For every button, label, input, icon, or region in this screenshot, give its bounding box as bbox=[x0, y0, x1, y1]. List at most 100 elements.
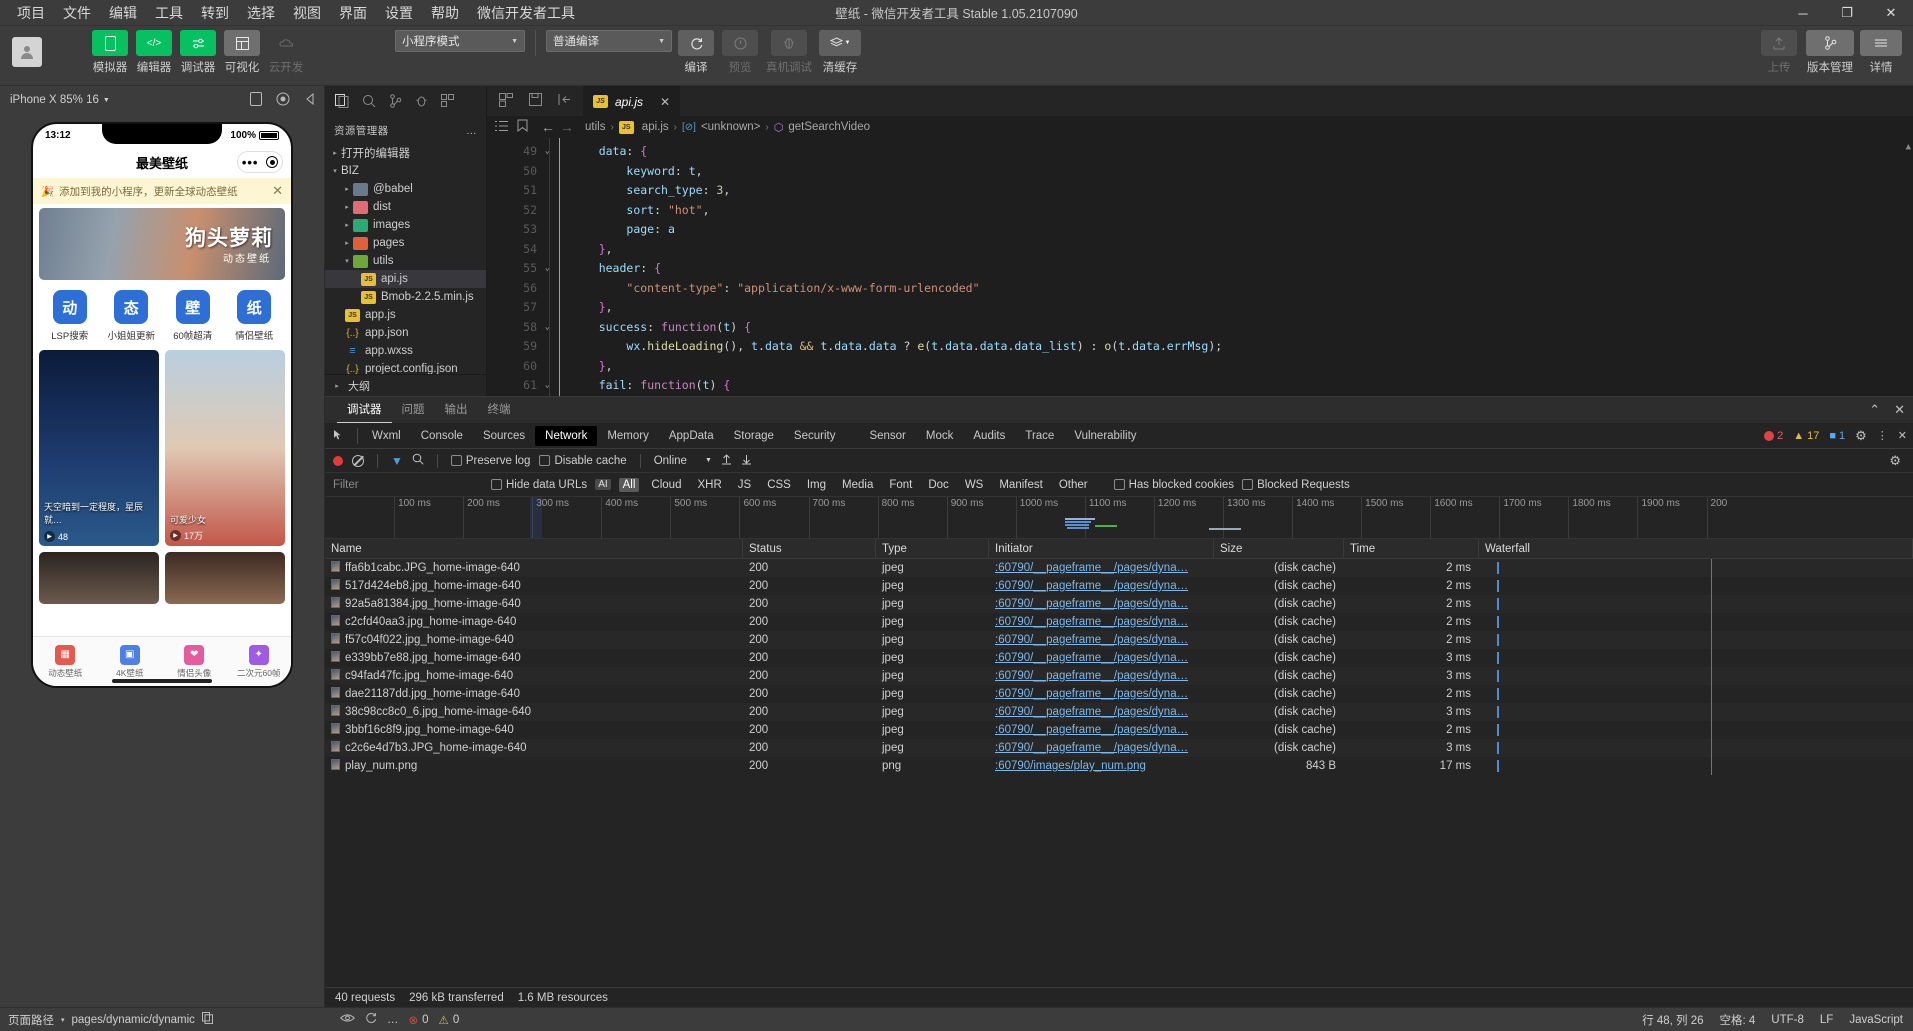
network-timeline[interactable]: 100 ms 200 ms 300 ms 400 ms 500 ms 600 ms 700 … bbox=[325, 497, 1913, 539]
tab-storage[interactable]: Storage bbox=[724, 426, 784, 446]
cell-initiator[interactable]: :60790/__pageframe__/pages/dyna… bbox=[989, 595, 1214, 613]
menu-item-tools[interactable]: 工具 bbox=[146, 0, 192, 27]
debugger-toggle-button[interactable]: 调试器 bbox=[178, 30, 218, 75]
visual-toggle-button[interactable]: 可视化 bbox=[222, 30, 262, 75]
code-body[interactable]: 49⌄505152535455⌄565758⌄596061⌄6263 data:… bbox=[487, 138, 1913, 396]
table-row[interactable]: e339bb7e88.jpg_home-image-640 200 jpeg:607… bbox=[325, 649, 1913, 667]
menu-item-interface[interactable]: 界面 bbox=[330, 0, 376, 27]
cursor-position[interactable]: 行 48, 列 26 bbox=[1642, 1012, 1703, 1028]
cell-initiator[interactable]: :60790/__pageframe__/pages/dyna… bbox=[989, 667, 1214, 685]
breadcrumb-getsearchvideo[interactable]: getSearchVideo bbox=[788, 121, 870, 133]
capsule-close-icon[interactable] bbox=[266, 156, 279, 168]
files-icon[interactable] bbox=[335, 93, 349, 111]
tree-row-dist[interactable]: ▸ dist bbox=[325, 198, 486, 216]
hero-banner[interactable]: 狗头萝莉 动态壁纸 bbox=[39, 208, 285, 280]
preserve-log-checkbox[interactable]: Preserve log bbox=[450, 455, 530, 467]
tab-console[interactable]: Console bbox=[411, 426, 473, 446]
compile-button[interactable]: 编译 bbox=[676, 30, 716, 75]
tree-row-bmob-js[interactable]: JS Bmob-2.2.5.min.js bbox=[325, 288, 486, 306]
tabbar-item-anime[interactable]: ✦ 二次元60帧 bbox=[227, 637, 292, 686]
tree-row-app-js[interactable]: JS app.js bbox=[325, 306, 486, 324]
editor-tab-api-js[interactable]: JS api.js ✕ bbox=[583, 86, 682, 116]
close-icon[interactable]: ✕ bbox=[1869, 0, 1913, 26]
details-button[interactable]: 详情 bbox=[1860, 30, 1902, 75]
status-errors[interactable]: ⊗ 0 ⚠ 0 bbox=[409, 1013, 460, 1027]
table-row[interactable]: 517d424eb8.jpg_home-image-640 200 jpeg:607… bbox=[325, 577, 1913, 595]
cell-initiator[interactable]: :60790/__pageframe__/pages/dyna… bbox=[989, 739, 1214, 757]
cell-initiator[interactable]: :60790/images/play_num.png bbox=[989, 757, 1214, 775]
tab-trace[interactable]: Trace bbox=[1015, 426, 1064, 446]
indent-setting[interactable]: 空格: 4 bbox=[1720, 1012, 1756, 1028]
filter-type-ws[interactable]: WS bbox=[961, 478, 988, 492]
encoding[interactable]: UTF-8 bbox=[1771, 1014, 1804, 1026]
tab-debugger[interactable]: 调试器 bbox=[337, 397, 392, 423]
tabbar-item-dynamic[interactable]: ▦ 动态壁纸 bbox=[33, 637, 98, 686]
debug-icon[interactable] bbox=[415, 94, 428, 111]
tab-vulnerability[interactable]: Vulnerability bbox=[1064, 426, 1146, 446]
version-control-button[interactable]: 版本管理 bbox=[1803, 30, 1857, 75]
page-path-value[interactable]: pages/dynamic/dynamic bbox=[72, 1014, 195, 1026]
import-har-icon[interactable] bbox=[721, 453, 732, 468]
cell-initiator[interactable]: :60790/__pageframe__/pages/dyna… bbox=[989, 685, 1214, 703]
menu-item-select[interactable]: 选择 bbox=[238, 0, 284, 27]
table-row[interactable]: f57c04f022.jpg_home-image-640 200 jpeg:607… bbox=[325, 631, 1913, 649]
tree-row-images[interactable]: ▸ images bbox=[325, 216, 486, 234]
column-type[interactable]: Type bbox=[876, 538, 989, 559]
column-status[interactable]: Status bbox=[743, 538, 876, 559]
table-row[interactable]: c2cfd40aa3.jpg_home-image-640 200 jpeg:607… bbox=[325, 613, 1913, 631]
tree-row-app-wxss[interactable]: ≡ app.wxss bbox=[325, 342, 486, 360]
tab-appdata[interactable]: AppData bbox=[659, 426, 724, 446]
table-row[interactable]: 92a5a81384.jpg_home-image-640 200 jpeg:607… bbox=[325, 595, 1913, 613]
split-editor-icon[interactable] bbox=[499, 92, 513, 110]
scroll-up-icon[interactable]: ▲ bbox=[1906, 142, 1911, 152]
filter-type-media[interactable]: Media bbox=[838, 478, 877, 492]
real-device-debug-button[interactable]: 真机调试 bbox=[764, 30, 814, 75]
simulator-toggle-button[interactable]: 模拟器 bbox=[90, 30, 130, 75]
disable-cache-checkbox[interactable]: Disable cache bbox=[539, 455, 627, 467]
quick-entry[interactable]: 动 LSP搜索 bbox=[42, 290, 98, 342]
tab-security[interactable]: Security bbox=[784, 426, 846, 446]
menu-item-goto[interactable]: 转到 bbox=[192, 0, 238, 27]
inspect-icon[interactable] bbox=[325, 429, 353, 442]
tree-row-utils[interactable]: ▾ utils bbox=[325, 252, 486, 270]
export-har-icon[interactable] bbox=[741, 453, 752, 468]
filter-type-js[interactable]: JS bbox=[734, 478, 755, 492]
code-text[interactable]: data: { keyword: t, search_type: 3, sort… bbox=[563, 138, 1913, 396]
close-icon[interactable]: ✕ bbox=[1894, 402, 1905, 418]
filter-type-font[interactable]: Font bbox=[885, 478, 916, 492]
capsule-more-icon[interactable]: ••• bbox=[242, 155, 259, 170]
preview-button[interactable]: 预览 bbox=[720, 30, 760, 75]
menu-item-file[interactable]: 文件 bbox=[54, 0, 100, 27]
chevron-up-icon[interactable]: ⌃ bbox=[1869, 402, 1880, 418]
upload-button[interactable]: 上传 bbox=[1759, 30, 1799, 75]
rotate-device-icon[interactable] bbox=[250, 91, 262, 109]
wallpaper-card[interactable]: 可爱少女 ▶ 17万 bbox=[165, 350, 285, 546]
eol-setting[interactable]: LF bbox=[1820, 1014, 1833, 1026]
tab-terminal[interactable]: 终端 bbox=[478, 397, 521, 423]
column-time[interactable]: Time bbox=[1344, 538, 1479, 559]
save-icon[interactable] bbox=[529, 93, 542, 109]
tree-row-biz[interactable]: ▾ BIZ bbox=[325, 162, 486, 180]
refresh-icon[interactable] bbox=[365, 1012, 377, 1027]
blocked-requests-checkbox[interactable]: Blocked Requests bbox=[1242, 479, 1350, 491]
minimize-icon[interactable]: ─ bbox=[1781, 0, 1825, 26]
column-size[interactable]: Size bbox=[1214, 538, 1344, 559]
device-select[interactable]: iPhone X 85% 16 bbox=[10, 94, 99, 106]
table-row[interactable]: 38c98cc8c0_6.jpg_home-image-640 200 jpeg:6… bbox=[325, 703, 1913, 721]
record-icon[interactable] bbox=[276, 92, 290, 109]
wallpaper-card[interactable]: 天空暗到一定程度，星辰就… ▶ 48 bbox=[39, 350, 159, 546]
tab-memory[interactable]: Memory bbox=[597, 426, 659, 446]
filter-type-img[interactable]: Img bbox=[803, 478, 830, 492]
copy-icon[interactable] bbox=[201, 1012, 213, 1027]
tree-row-pages[interactable]: ▸ pages bbox=[325, 234, 486, 252]
wallpaper-card[interactable] bbox=[165, 552, 285, 604]
info-badge[interactable]: ■ 1 bbox=[1829, 430, 1845, 442]
column-initiator[interactable]: Initiator bbox=[989, 538, 1214, 559]
mode-select[interactable]: 小程序模式 ▼ bbox=[395, 30, 525, 52]
network-settings-gear-icon[interactable]: ⚙ bbox=[1889, 453, 1905, 469]
tab-output[interactable]: 输出 bbox=[435, 397, 478, 423]
column-waterfall[interactable]: Waterfall bbox=[1479, 538, 1913, 559]
breadcrumb-utils[interactable]: utils bbox=[585, 121, 605, 133]
tree-row-project-config[interactable]: {..} project.config.json bbox=[325, 360, 486, 374]
funnel-icon[interactable]: ▼ bbox=[391, 454, 403, 468]
